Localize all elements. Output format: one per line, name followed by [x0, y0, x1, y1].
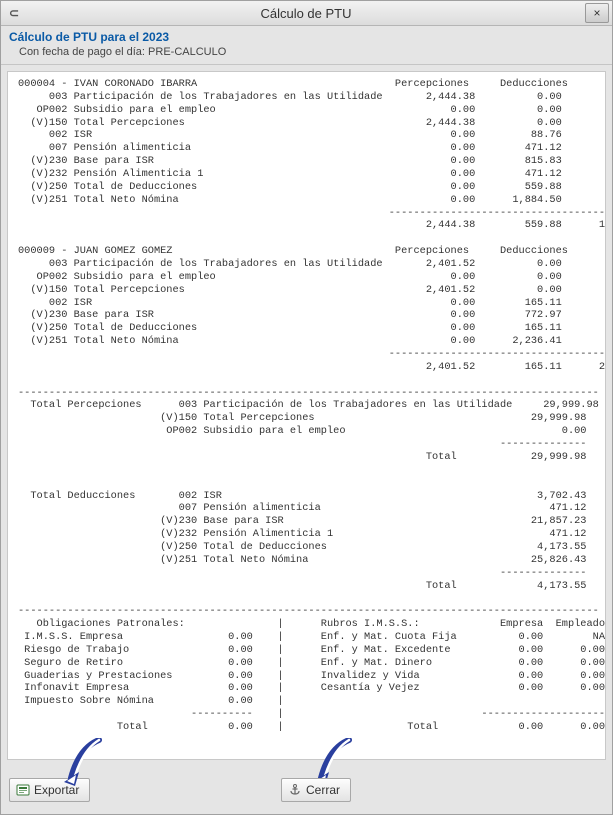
footer-bar: Exportar Cerrar	[1, 766, 612, 814]
app-icon: ⊂	[7, 6, 21, 20]
export-icon	[16, 783, 30, 797]
report-content: 000004 - IVAN CORONADO IBARRA Percepcion…	[7, 71, 606, 760]
header-subtitle: Con fecha de pago el día: PRE-CALCULO	[19, 46, 604, 58]
anchor-icon	[288, 783, 302, 797]
close-icon[interactable]: ×	[585, 3, 609, 23]
header-panel: Cálculo de PTU para el 2023 Con fecha de…	[1, 26, 612, 65]
export-button-label: Exportar	[34, 783, 79, 797]
window-frame: ⊂ Cálculo de PTU × Cálculo de PTU para e…	[0, 0, 613, 815]
close-button[interactable]: Cerrar	[281, 778, 351, 802]
window-title: Cálculo de PTU	[27, 6, 585, 21]
header-title: Cálculo de PTU para el 2023	[9, 30, 604, 44]
close-button-label: Cerrar	[306, 783, 340, 797]
title-bar: ⊂ Cálculo de PTU ×	[1, 1, 612, 26]
export-button[interactable]: Exportar	[9, 778, 90, 802]
